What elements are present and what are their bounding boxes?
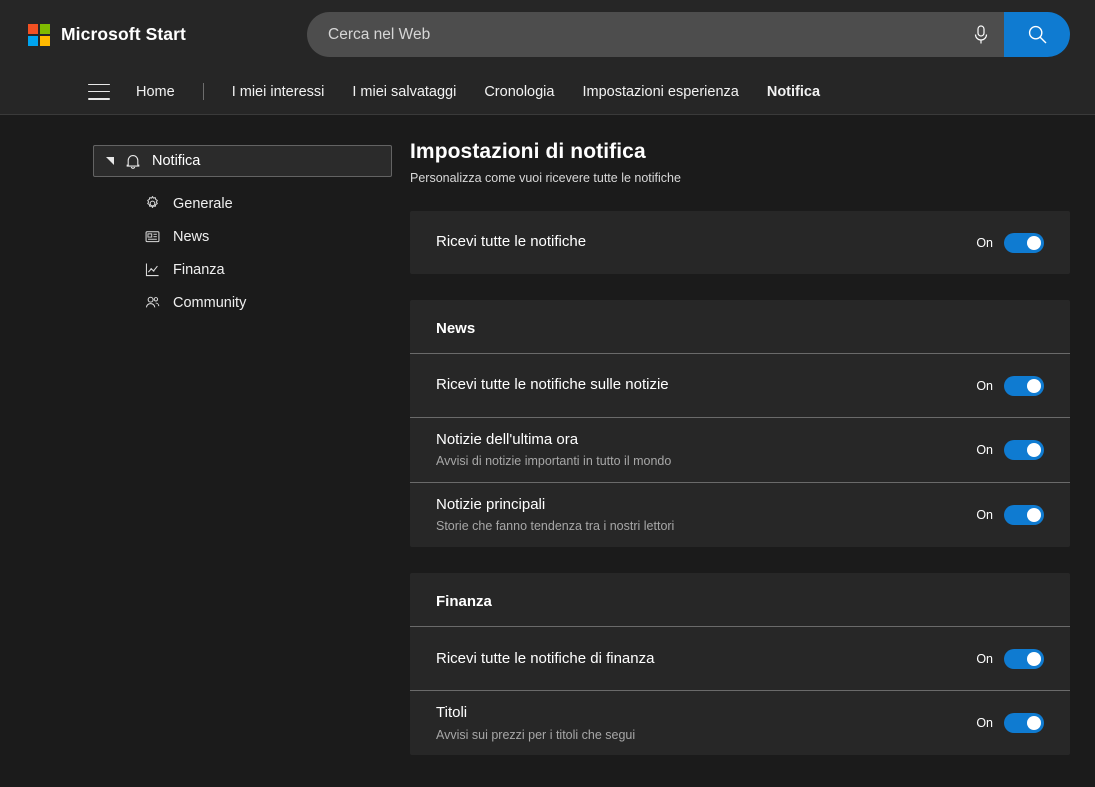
toggle-state-label: On [976,378,993,393]
settings-content: Impostazioni di notifica Personalizza co… [400,115,1095,787]
nav-item-my-saves[interactable]: I miei salvataggi [352,80,456,104]
setting-description: Avvisi sui prezzi per i titoli che segui [436,727,636,742]
nav-item-experience-settings[interactable]: Impostazioni esperienza [582,80,738,104]
setting-row-top-news[interactable]: Notizie principali Storie che fanno tend… [410,482,1070,547]
sidebar-item-list: Generale News Finanza Community [93,187,400,319]
sidebar-item-label: Community [173,294,247,311]
sidebar-item-label: Finanza [173,261,225,278]
setting-description: Avvisi di notizie importanti in tutto il… [436,454,672,469]
search-input-container[interactable] [307,12,1004,57]
toggle-group: On [976,713,1044,734]
top-header: Microsoft Start [0,0,1095,69]
nav-item-history[interactable]: Cronologia [484,80,554,104]
search-icon [1028,25,1046,44]
page-subtitle: Personalizza come vuoi ricevere tutte le… [410,171,681,185]
hamburger-menu-icon[interactable] [88,83,110,100]
setting-title: Notizie principali [436,496,546,514]
toggle-top-news[interactable] [1004,505,1044,526]
settings-card-news: News Ricevi tutte le notifiche sulle not… [410,300,1070,548]
setting-title: Ricevi tutte le notifiche di finanza [436,649,655,667]
setting-row-text: Notizie dell'ultima ora Avvisi di notizi… [436,418,671,482]
toggle-knob [1027,651,1041,666]
section-header-news: News [410,300,1070,354]
toggle-all-news[interactable] [1004,375,1044,396]
sidebar-item-community[interactable]: Community [143,286,400,319]
sidebar-header-label: Notifica [152,153,201,169]
sidebar-item-label: Generale [173,195,233,212]
toggle-group: On [976,440,1044,461]
search-submit-button[interactable] [1004,12,1070,57]
bell-icon [124,152,142,170]
sidebar: Notifica Generale News Finanza Community [0,115,400,787]
setting-title: Ricevi tutte le notifiche sulle notizie [436,376,669,394]
people-icon [143,294,161,312]
toggle-knob [1027,235,1041,250]
toggle-group: On [976,232,1044,253]
microphone-icon [974,24,988,43]
sidebar-item-news[interactable]: News [143,220,400,253]
setting-title: Titoli [436,704,468,722]
sidebar-item-generale[interactable]: Generale [143,187,400,220]
microsoft-logo-icon [28,23,50,46]
main-navigation: Home I miei interessi I miei salvataggi … [0,69,1095,115]
setting-row-text: Ricevi tutte le notifiche [436,220,586,264]
nav-item-home[interactable]: Home [136,80,175,104]
toggle-breaking-news[interactable] [1004,440,1044,461]
settings-card-general: Ricevi tutte le notifiche On [410,211,1070,274]
setting-title: Ricevi tutte le notifiche [436,233,587,251]
section-header-finance: Finanza [410,573,1070,628]
toggle-state-label: On [976,508,993,523]
sidebar-header-notifica[interactable]: Notifica [93,145,392,177]
toggle-receive-all[interactable] [1004,232,1044,253]
nav-item-my-interests[interactable]: I miei interessi [232,80,325,104]
setting-row-all-finance[interactable]: Ricevi tutte le notifiche di finanza On [410,627,1070,690]
page-title: Impostazioni di notifica [410,140,646,163]
toggle-group: On [976,648,1044,669]
setting-description: Storie che fanno tendenza tra i nostri l… [436,519,675,534]
setting-title: Notizie dell'ultima ora [436,431,579,448]
toggle-group: On [976,375,1044,396]
sidebar-item-label: News [173,228,210,245]
toggle-state-label: On [976,716,993,731]
setting-row-text: Titoli Avvisi sui prezzi per i titoli ch… [436,691,635,755]
setting-row-breaking-news[interactable]: Notizie dell'ultima ora Avvisi di notizi… [410,417,1070,482]
caret-collapse-icon [106,157,114,165]
newspaper-icon [143,228,161,246]
toggle-all-finance[interactable] [1004,648,1044,669]
toggle-knob [1027,716,1041,731]
setting-row-text: Ricevi tutte le notifiche di finanza [436,637,654,681]
setting-row-all-news[interactable]: Ricevi tutte le notifiche sulle notizie … [410,354,1070,417]
nav-item-notification[interactable]: Notifica [767,80,820,104]
nav-separator [202,83,204,100]
toggle-knob [1027,378,1041,393]
toggle-state-label: On [976,235,993,250]
settings-card-finance: Finanza Ricevi tutte le notifiche di fin… [410,573,1070,756]
setting-row-stocks[interactable]: Titoli Avvisi sui prezzi per i titoli ch… [410,690,1070,755]
sidebar-item-finanza[interactable]: Finanza [143,253,400,286]
toggle-stocks[interactable] [1004,713,1044,734]
microphone-button[interactable] [958,24,1004,46]
toggle-group: On [976,505,1044,526]
toggle-state-label: On [976,651,993,666]
setting-row-text: Ricevi tutte le notifiche sulle notizie [436,363,669,407]
setting-row-receive-all[interactable]: Ricevi tutte le notifiche On [410,211,1070,274]
gear-icon [143,195,161,213]
line-chart-icon [143,261,161,279]
toggle-knob [1027,443,1041,458]
brand-name: Microsoft Start [61,24,186,44]
search-bar [307,12,1070,57]
setting-row-text: Notizie principali Storie che fanno tend… [436,483,674,547]
brand-logo-link[interactable]: Microsoft Start [28,0,186,69]
search-input[interactable] [328,12,958,57]
toggle-knob [1027,508,1041,523]
toggle-state-label: On [976,443,993,458]
page-body: Notifica Generale News Finanza Community… [0,115,1095,787]
